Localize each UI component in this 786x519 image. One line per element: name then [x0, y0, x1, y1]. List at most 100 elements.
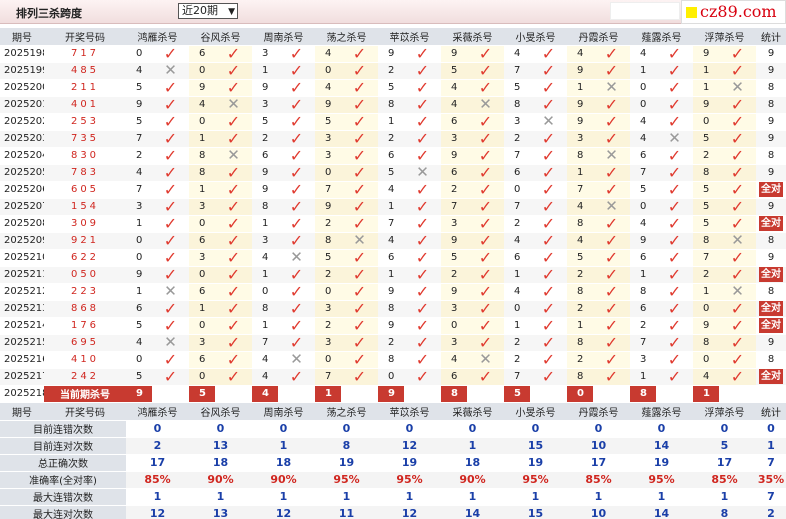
- result-mark-cell: ✓: [656, 147, 693, 165]
- kill-number-cell: 5: [126, 113, 152, 131]
- cross-icon: ✕: [605, 147, 618, 164]
- period-select[interactable]: 近20期 ▼: [178, 3, 238, 19]
- site-logo[interactable]: cz89.com: [681, 0, 786, 24]
- kill-number-cell: 0: [315, 62, 341, 80]
- stats-column-header: 浮萍杀号: [693, 403, 756, 421]
- kill-number-cell: 8: [693, 232, 719, 250]
- cross-icon: ✕: [227, 147, 240, 164]
- kill-number-cell: 5: [693, 181, 719, 199]
- check-icon: ✓: [667, 266, 682, 283]
- all-correct-badge: 全对: [759, 267, 783, 282]
- result-mark-cell: ✓: [152, 147, 189, 165]
- result-mark-cell: ✓: [341, 266, 378, 284]
- table-row: 20252066057✓1✓9✓7✓4✓2✓0✓7✓5✓5✓全对: [0, 181, 786, 199]
- kill-number-cell: 3: [504, 113, 530, 131]
- kill-number-cell: 3: [315, 147, 341, 165]
- check-icon: ✓: [478, 283, 493, 300]
- check-icon: ✓: [352, 79, 367, 96]
- check-icon: ✓: [730, 147, 745, 164]
- result-mark-cell: ✓: [404, 232, 441, 250]
- kill-number-cell: 9: [378, 283, 404, 301]
- stats-value: 10: [567, 437, 630, 455]
- table-row: 20252172425 ✓ 0 ✓ 4 ✓ 7 ✓ 0 ✓ 6 ✓ 7 ✓ 8 ✓ 1 ✓ 4 ✓ 全对: [0, 368, 786, 386]
- stats-value: 1: [630, 488, 693, 506]
- result-mark-cell: ✓: [404, 113, 441, 131]
- stat-cell: 9: [756, 130, 786, 148]
- column-header: 苹苡杀号: [378, 28, 441, 46]
- kill-number-cell: 7: [441, 198, 467, 216]
- check-icon: ✓: [730, 96, 745, 113]
- stats-column-header: 苹苡杀号: [378, 403, 441, 421]
- kill-number-cell: 0: [315, 283, 341, 301]
- result-mark-cell: ✓: [341, 113, 378, 131]
- prize-number-cell: 242: [44, 368, 126, 386]
- table-row: 20252002115✓9✓9✓4✓5✓4✓5✓1✕0✓1✕8: [0, 79, 786, 97]
- check-icon: ✓: [289, 147, 304, 164]
- prize-number-cell: 485: [44, 62, 126, 80]
- current-kill-number: 5: [504, 385, 530, 403]
- result-mark-cell: ✓: [719, 164, 756, 182]
- column-header: 薤露杀号: [630, 28, 693, 46]
- kill-number-cell: 2: [315, 317, 341, 335]
- result-mark-cell: ✕: [656, 130, 693, 148]
- kill-number-cell: 6: [378, 147, 404, 165]
- kill-number-cell: 2: [441, 266, 467, 284]
- stats-value: 90%: [441, 471, 504, 489]
- current-spacer: [593, 385, 630, 403]
- prize-number-cell: 211: [44, 79, 126, 97]
- kill-number-cell: 2: [693, 266, 719, 284]
- kill-number-cell: 6: [630, 147, 656, 165]
- result-mark-cell: ✓: [341, 283, 378, 301]
- check-icon: ✓: [667, 147, 682, 164]
- check-icon: ✓: [226, 79, 241, 96]
- kill-number-cell: 1: [378, 198, 404, 216]
- stats-value: 1: [126, 488, 189, 506]
- kill-number-cell: 5: [126, 79, 152, 97]
- stats-value: 19: [378, 454, 441, 472]
- current-spacer: [215, 385, 252, 403]
- stat-cell: 全对: [756, 215, 786, 233]
- check-icon: ✓: [604, 96, 619, 113]
- stats-value: 11: [315, 505, 378, 519]
- result-mark-cell: ✓: [467, 130, 504, 148]
- result-mark-cell: ✓: [467, 249, 504, 267]
- stats-label: 最大连对次数: [0, 505, 126, 519]
- check-icon: ✓: [415, 266, 430, 283]
- result-mark-cell: ✓: [467, 62, 504, 80]
- stat-value: 8: [767, 150, 775, 161]
- stats-value: 19: [630, 454, 693, 472]
- kill-number-cell: 8: [567, 334, 593, 352]
- check-icon: ✓: [352, 351, 367, 368]
- kill-number-cell: 1: [189, 130, 215, 148]
- check-icon: ✓: [667, 334, 682, 351]
- column-header: 鸿雁杀号: [126, 28, 189, 46]
- check-icon: ✓: [478, 334, 493, 351]
- check-icon: ✓: [478, 62, 493, 79]
- kill-number-cell: 5: [693, 215, 719, 233]
- prize-number-cell: 176: [44, 317, 126, 335]
- stats-row: 总正确次数 17 18 18 19 19 18 19 17 19 17 7: [0, 454, 786, 472]
- result-mark-cell: ✕: [593, 147, 630, 165]
- stats-label: 目前连对次数: [0, 437, 126, 455]
- result-mark-cell: ✓: [719, 300, 756, 318]
- column-header: 谷风杀号: [189, 28, 252, 46]
- kill-number-cell: 8: [252, 300, 278, 318]
- period-cell: 2025213: [0, 300, 44, 318]
- kill-number-cell: 0: [630, 79, 656, 97]
- result-mark-cell: ✓: [530, 334, 567, 352]
- kill-number-cell: 0: [126, 45, 152, 63]
- stats-row: 最大连对次数 12 13 12 11 12 14 15 10 14 8 2: [0, 505, 786, 519]
- kill-number-cell: 3: [315, 300, 341, 318]
- check-icon: ✓: [541, 283, 556, 300]
- result-mark-cell: ✓: [215, 198, 252, 216]
- result-mark-cell: ✓: [278, 317, 315, 335]
- search-box[interactable]: [610, 2, 680, 20]
- result-mark-cell: ✓: [593, 113, 630, 131]
- result-mark-cell: ✓: [593, 368, 630, 386]
- cross-icon: ✕: [731, 79, 744, 96]
- kill-number-cell: 0: [504, 181, 530, 199]
- kill-number-cell: 2: [504, 334, 530, 352]
- check-icon: ✓: [730, 249, 745, 266]
- result-mark-cell: ✓: [593, 62, 630, 80]
- stats-value: 0: [567, 420, 630, 438]
